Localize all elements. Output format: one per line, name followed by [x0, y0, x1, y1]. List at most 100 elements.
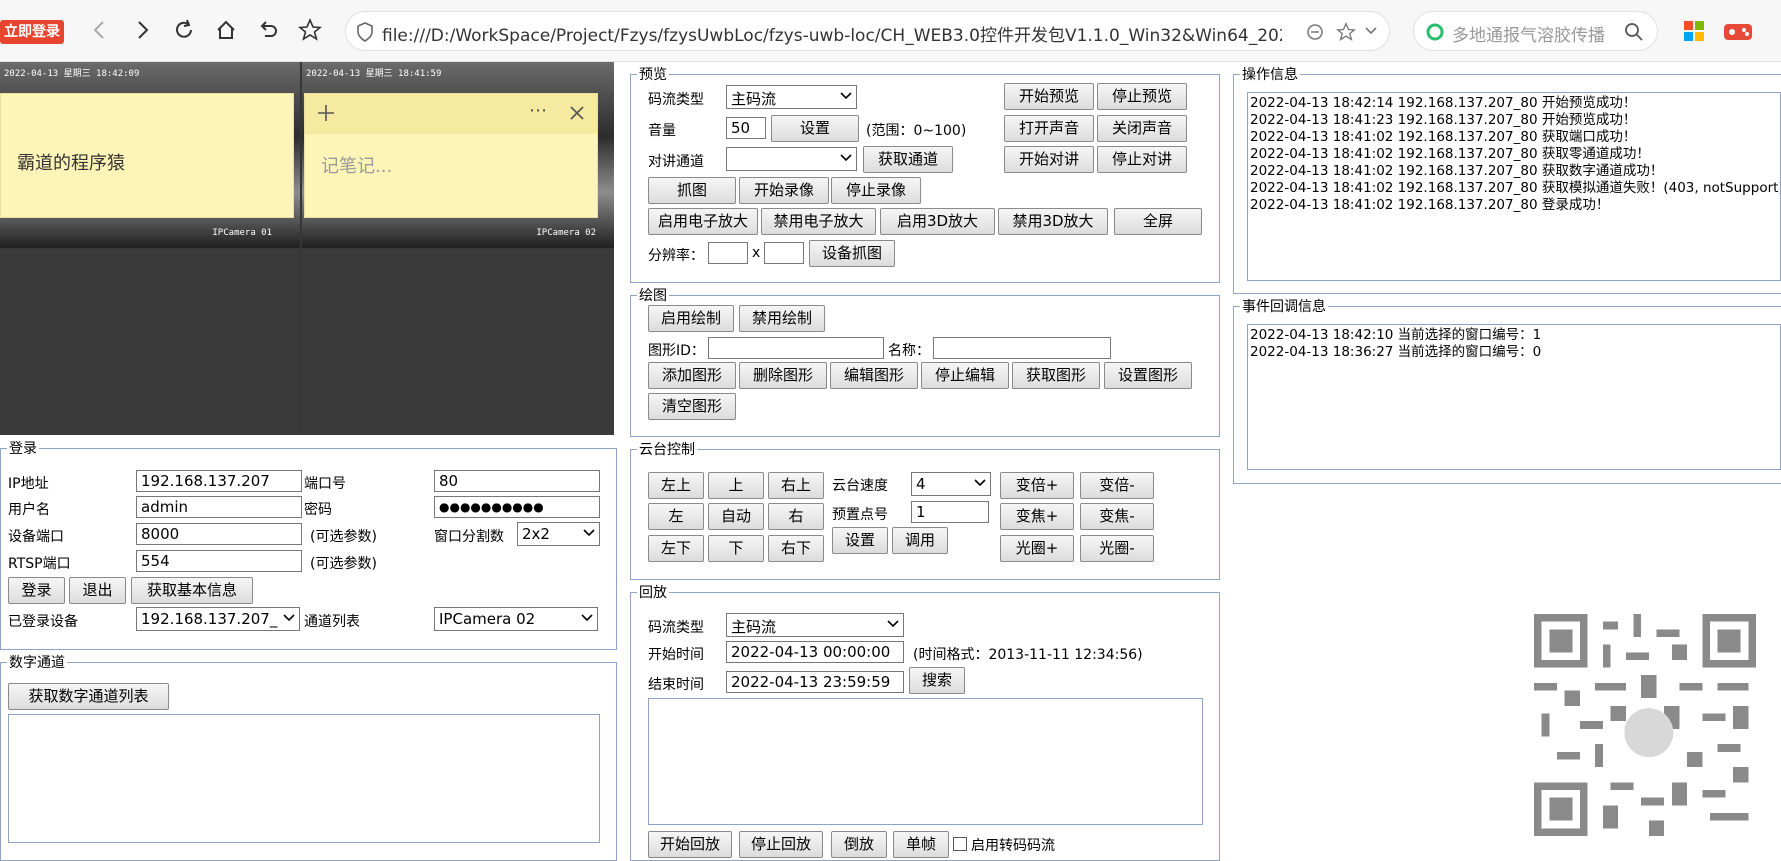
get-shape-button[interactable]: 获取图形 — [1012, 362, 1100, 389]
enable-drawing-button[interactable]: 启用绘制 — [648, 305, 734, 332]
search-button[interactable]: 搜索 — [909, 667, 965, 694]
stop-edit-button[interactable]: 停止编辑 — [921, 362, 1009, 389]
add-shape-button[interactable]: 添加图形 — [648, 362, 736, 389]
resolution-width-input[interactable] — [708, 242, 748, 264]
login-button[interactable]: 登录 — [8, 577, 65, 604]
shape-name-input[interactable] — [933, 337, 1111, 359]
operation-log-box[interactable]: 2022-04-13 18:42:14 192.168.137.207_80 开… — [1247, 92, 1781, 281]
game-icon[interactable] — [1724, 18, 1752, 42]
stop-preview-button[interactable]: 停止预览 — [1097, 83, 1187, 110]
apps-icon[interactable] — [1683, 20, 1705, 42]
focus-in-button[interactable]: 变焦+ — [1000, 503, 1074, 530]
get-channel-button[interactable]: 获取通道 — [863, 146, 953, 173]
enable-3d-zoom-button[interactable]: 启用3D放大 — [880, 208, 995, 235]
more-icon[interactable]: ⋯ — [529, 100, 547, 121]
ptz-left-button[interactable]: 左 — [648, 503, 704, 530]
rtsp-port-input[interactable]: 554 — [136, 550, 302, 572]
zoom-out-button[interactable]: 变倍- — [1080, 472, 1154, 499]
sticky-note-1[interactable]: 霸道的程序猿 — [0, 93, 294, 218]
delete-shape-button[interactable]: 删除图形 — [739, 362, 827, 389]
enable-ezoom-button[interactable]: 启用电子放大 — [648, 208, 758, 235]
sticky-note-2[interactable]: ⋯ 记笔记... — [304, 93, 598, 218]
close-icon[interactable] — [569, 105, 585, 121]
video-cell-3[interactable] — [0, 249, 300, 435]
get-digital-channel-button[interactable]: 获取数字通道列表 — [8, 683, 169, 710]
split-select[interactable]: 2x2 — [517, 522, 600, 546]
video-cell-4[interactable] — [302, 249, 614, 435]
focus-out-button[interactable]: 变焦- — [1080, 503, 1154, 530]
ip-input[interactable]: 192.168.137.207 — [136, 470, 302, 492]
disable-3d-zoom-button[interactable]: 禁用3D放大 — [998, 208, 1108, 235]
plus-icon[interactable] — [317, 104, 335, 122]
chevron-down-icon[interactable] — [1364, 26, 1378, 36]
iris-in-button[interactable]: 光圈+ — [1000, 535, 1074, 562]
video-cell-2[interactable]: 2022-04-13 星期三 18:41:59 IPCamera 02 ⋯ 记笔… — [302, 62, 614, 248]
reverse-play-button[interactable]: 倒放 — [831, 831, 887, 858]
stop-playback-button[interactable]: 停止回放 — [739, 831, 823, 858]
ptz-speed-select[interactable]: 4 — [911, 472, 991, 496]
start-playback-button[interactable]: 开始回放 — [648, 831, 732, 858]
volume-set-button[interactable]: 设置 — [771, 115, 859, 142]
open-sound-button[interactable]: 打开声音 — [1004, 115, 1094, 142]
login-badge[interactable]: 立即登录 — [0, 20, 64, 44]
clear-shape-button[interactable]: 清空图形 — [648, 393, 736, 420]
set-shape-button[interactable]: 设置图形 — [1104, 362, 1192, 389]
username-input[interactable]: admin — [136, 496, 302, 518]
playback-results[interactable] — [648, 698, 1203, 825]
sticky-note-text[interactable]: 霸道的程序猿 — [17, 149, 125, 175]
bookmark-star-icon[interactable] — [1336, 22, 1356, 42]
reader-icon[interactable] — [1306, 23, 1324, 41]
start-preview-button[interactable]: 开始预览 — [1004, 83, 1094, 110]
ptz-downleft-button[interactable]: 左下 — [648, 535, 704, 562]
end-time-input[interactable]: 2022-04-13 23:59:59 — [726, 671, 904, 693]
capture-button[interactable]: 抓图 — [648, 177, 736, 204]
logout-button[interactable]: 退出 — [69, 577, 126, 604]
iris-out-button[interactable]: 光圈- — [1080, 535, 1154, 562]
favorite-button[interactable] — [294, 14, 326, 46]
event-log-box[interactable]: 2022-04-13 18:42:10 当前选择的窗口编号：1 2022-04-… — [1247, 324, 1781, 470]
ptz-right-button[interactable]: 右 — [768, 503, 824, 530]
single-frame-button[interactable]: 单帧 — [893, 831, 949, 858]
reload-button[interactable] — [168, 14, 200, 46]
stop-talk-button[interactable]: 停止对讲 — [1097, 146, 1187, 173]
preset-set-button[interactable]: 设置 — [832, 527, 888, 554]
transcode-checkbox[interactable] — [953, 837, 967, 851]
sticky-note-placeholder[interactable]: 记笔记... — [321, 152, 392, 178]
channel-list-select[interactable]: IPCamera 02 — [434, 607, 598, 631]
ptz-auto-button[interactable]: 自动 — [708, 503, 764, 530]
close-sound-button[interactable]: 关闭声音 — [1097, 115, 1187, 142]
stop-record-button[interactable]: 停止录像 — [831, 177, 921, 204]
ptz-downright-button[interactable]: 右下 — [768, 535, 824, 562]
volume-input[interactable]: 50 — [726, 117, 766, 139]
device-port-input[interactable]: 8000 — [136, 523, 302, 545]
shape-id-input[interactable] — [708, 337, 884, 359]
undo-button[interactable] — [252, 14, 284, 46]
device-capture-button[interactable]: 设备抓图 — [809, 240, 895, 267]
disable-drawing-button[interactable]: 禁用绘制 — [739, 305, 825, 332]
address-bar[interactable]: file:///D:/WorkSpace/Project/Fzys/fzysUw… — [345, 11, 1390, 51]
pb-stream-type-select[interactable]: 主码流 — [726, 613, 904, 637]
fullscreen-button[interactable]: 全屏 — [1114, 208, 1202, 235]
search-box[interactable]: 多地通报气溶胶传播 — [1413, 11, 1658, 51]
ptz-upright-button[interactable]: 右上 — [768, 472, 824, 499]
port-input[interactable]: 80 — [434, 470, 600, 492]
digital-channel-list[interactable] — [8, 714, 600, 843]
video-grid[interactable]: 2022-04-13 星期三 18:42:09 IPCamera 01 霸道的程… — [0, 62, 614, 435]
logged-device-select[interactable]: 192.168.137.207_ — [136, 607, 300, 631]
ptz-up-button[interactable]: 上 — [708, 472, 764, 499]
password-input[interactable]: ●●●●●●●●●● — [434, 496, 600, 518]
start-time-input[interactable]: 2022-04-13 00:00:00 — [726, 641, 904, 663]
zoom-in-button[interactable]: 变倍+ — [1000, 472, 1074, 499]
stream-type-select[interactable]: 主码流 — [726, 85, 857, 109]
video-cell-1[interactable]: 2022-04-13 星期三 18:42:09 IPCamera 01 霸道的程… — [0, 62, 300, 248]
resolution-height-input[interactable] — [764, 242, 804, 264]
ptz-down-button[interactable]: 下 — [708, 535, 764, 562]
start-record-button[interactable]: 开始录像 — [739, 177, 829, 204]
home-button[interactable] — [210, 14, 242, 46]
back-button[interactable] — [84, 14, 116, 46]
talk-channel-select[interactable] — [726, 147, 857, 171]
start-talk-button[interactable]: 开始对讲 — [1004, 146, 1094, 173]
ptz-upleft-button[interactable]: 左上 — [648, 472, 704, 499]
disable-ezoom-button[interactable]: 禁用电子放大 — [761, 208, 876, 235]
preset-input[interactable]: 1 — [911, 501, 989, 523]
